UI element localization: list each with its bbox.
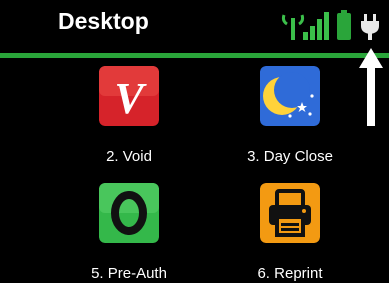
antenna-icon (281, 14, 305, 40)
pre-auth-tile[interactable]: 5. Pre-Auth (58, 183, 208, 283)
signal-bars-icon (303, 12, 329, 40)
day-close-tile[interactable]: 3. Day Close (219, 66, 369, 166)
day-close-label: 3. Day Close (247, 148, 333, 165)
void-tile[interactable]: V 2. Void (58, 66, 208, 166)
battery-icon (337, 10, 351, 40)
moon-stars-icon (260, 66, 320, 126)
reprint-label: 6. Reprint (257, 265, 323, 282)
pre-auth-label: 5. Pre-Auth (91, 265, 167, 282)
page-title: Desktop (58, 8, 149, 34)
status-bar: Desktop (0, 0, 389, 52)
pointer-arrow (359, 48, 383, 126)
void-icon: V (99, 66, 159, 126)
svg-text:V: V (114, 74, 147, 123)
header-divider (0, 53, 389, 58)
reprint-tile[interactable]: 6. Reprint (219, 183, 369, 283)
printer-icon (260, 183, 320, 243)
power-plug-icon (361, 14, 379, 40)
pre-auth-icon (99, 183, 159, 243)
void-label: 2. Void (106, 148, 152, 165)
